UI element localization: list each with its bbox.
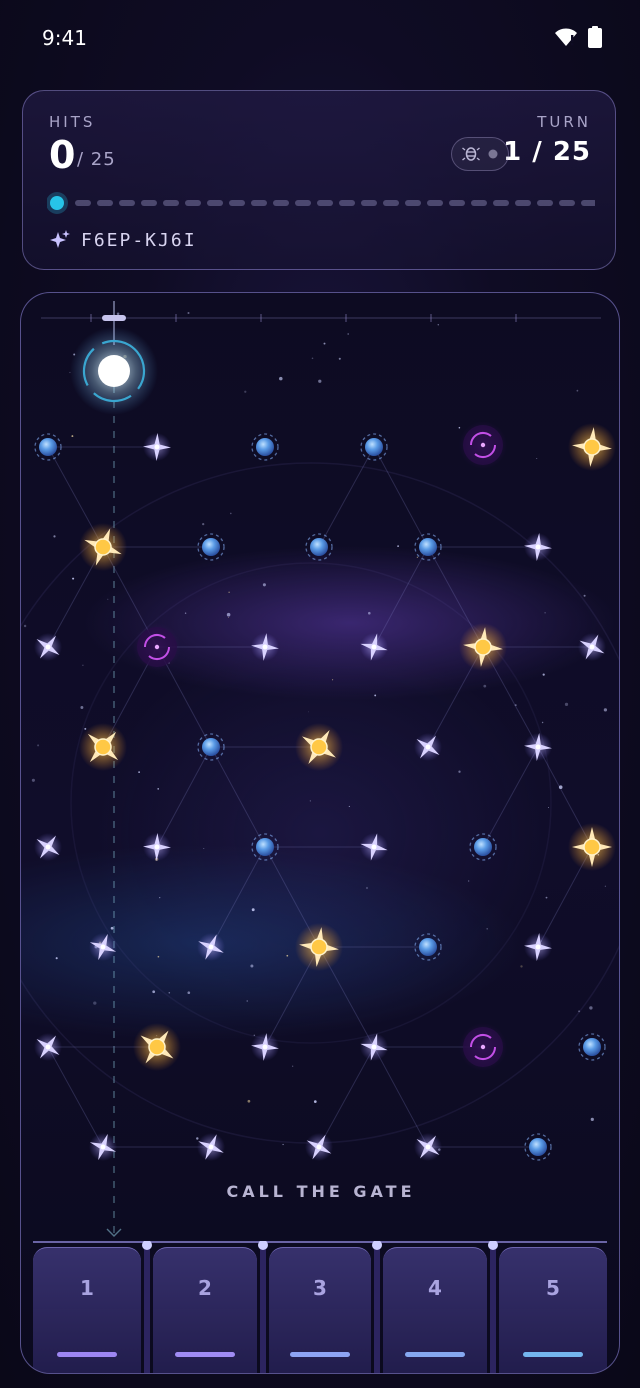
- star-peg: [414, 1133, 442, 1161]
- progress-segment: [251, 200, 267, 206]
- star-peg: [89, 1133, 117, 1161]
- hits-total: / 25: [77, 149, 116, 170]
- column-divider: [142, 1241, 152, 1373]
- hits-value: 0: [49, 133, 76, 177]
- progress-segment: [97, 200, 113, 206]
- seed-code: F6EP-KJ6I: [81, 229, 197, 251]
- debug-toggle[interactable]: [451, 137, 509, 171]
- progress-segment: [383, 200, 399, 206]
- progress-segment: [361, 200, 377, 206]
- turn-progress-bar: [47, 192, 595, 214]
- vortex-peg: [459, 421, 507, 469]
- progress-segment: [163, 200, 179, 206]
- column-divider: [488, 1241, 498, 1373]
- status-icons: [554, 26, 602, 48]
- gold-star-peg: [568, 423, 616, 471]
- gold-star-peg: [79, 523, 127, 571]
- sparkle-icon: [50, 230, 70, 248]
- gate-column-2[interactable]: 2: [153, 1247, 257, 1373]
- blue-orb-peg: [578, 1033, 606, 1061]
- gate-column-indicator: [523, 1352, 583, 1357]
- progress-segment: [537, 200, 553, 206]
- turn-value: 1 / 25: [503, 137, 591, 167]
- gold-star-peg: [295, 923, 343, 971]
- star-peg: [305, 1133, 333, 1161]
- gate-column-indicator: [57, 1352, 117, 1357]
- column-divider: [372, 1241, 382, 1373]
- gold-star-peg: [459, 623, 507, 671]
- gate-column-label: 5: [546, 1276, 560, 1300]
- star-peg: [143, 833, 171, 861]
- star-peg: [251, 633, 279, 661]
- progress-segment: [427, 200, 443, 206]
- column-divider: [258, 1241, 268, 1373]
- score-panel: HITS 0 / 25 TURN 1 / 25 F6EP-KJ6I: [22, 90, 616, 270]
- gate-column-label: 1: [80, 1276, 94, 1300]
- progress-segment: [581, 200, 595, 206]
- star-peg: [143, 433, 171, 461]
- progress-segment: [119, 200, 135, 206]
- star-peg: [197, 933, 225, 961]
- vortex-peg: [459, 1023, 507, 1071]
- progress-segment: [471, 200, 487, 206]
- star-peg: [34, 833, 62, 861]
- blue-orb-peg: [469, 833, 497, 861]
- progress-segment: [515, 200, 531, 206]
- blue-orb-peg: [305, 533, 333, 561]
- progress-current-dot: [50, 196, 64, 210]
- wifi-icon: [555, 28, 577, 46]
- call-the-gate-label: CALL THE GATE: [226, 1182, 416, 1201]
- blue-orb-peg: [360, 433, 388, 461]
- blue-orb-peg: [251, 433, 279, 461]
- star-peg: [524, 533, 552, 561]
- progress-segment: [273, 200, 289, 206]
- gold-star-peg: [295, 723, 343, 771]
- gate-column-4[interactable]: 4: [383, 1247, 487, 1373]
- progress-segment: [493, 200, 509, 206]
- gate-column-1[interactable]: 1: [33, 1247, 141, 1373]
- star-peg: [524, 933, 552, 961]
- gate-column-indicator: [290, 1352, 350, 1357]
- gate-column-label: 3: [313, 1276, 327, 1300]
- progress-segment: [229, 200, 245, 206]
- progress-segment: [141, 200, 157, 206]
- star-peg: [360, 633, 388, 661]
- gate-column-3[interactable]: 3: [269, 1247, 371, 1373]
- progress-segment: [207, 200, 223, 206]
- progress-segment: [405, 200, 421, 206]
- vortex-peg: [133, 623, 181, 671]
- progress-segment: [317, 200, 333, 206]
- progress-segment: [295, 200, 311, 206]
- gold-star-peg: [133, 1023, 181, 1071]
- gate-column-5[interactable]: 5: [499, 1247, 607, 1373]
- gate-column-indicator: [175, 1352, 235, 1357]
- status-time: 9:41: [42, 26, 87, 50]
- star-peg: [360, 1033, 388, 1061]
- star-peg: [360, 833, 388, 861]
- gate-column-label: 2: [198, 1276, 212, 1300]
- gate-columns: 1 2 3 4 5: [33, 1241, 607, 1373]
- progress-segment: [185, 200, 201, 206]
- progress-segment: [339, 200, 355, 206]
- turn-label: TURN: [537, 113, 591, 131]
- gate-column-label: 4: [428, 1276, 442, 1300]
- hits-label: HITS: [49, 113, 96, 131]
- status-bar: 9:41: [0, 0, 640, 76]
- gate-column-indicator: [405, 1352, 465, 1357]
- progress-segment: [559, 200, 575, 206]
- progress-segment: [449, 200, 465, 206]
- game-board[interactable]: CALL THE GATE 1 2 3 4 5: [20, 292, 620, 1374]
- star-peg: [197, 1133, 225, 1161]
- progress-segment: [75, 200, 91, 206]
- star-peg: [89, 933, 117, 961]
- seed-row: F6EP-KJ6I: [49, 229, 197, 251]
- star-peg: [414, 733, 442, 761]
- star-peg: [524, 733, 552, 761]
- battery-icon: [588, 26, 602, 48]
- launcher-ball[interactable]: [98, 355, 130, 387]
- star-peg: [34, 633, 62, 661]
- gold-star-peg: [568, 823, 616, 871]
- bug-icon: [462, 147, 498, 161]
- star-map: [21, 301, 619, 1237]
